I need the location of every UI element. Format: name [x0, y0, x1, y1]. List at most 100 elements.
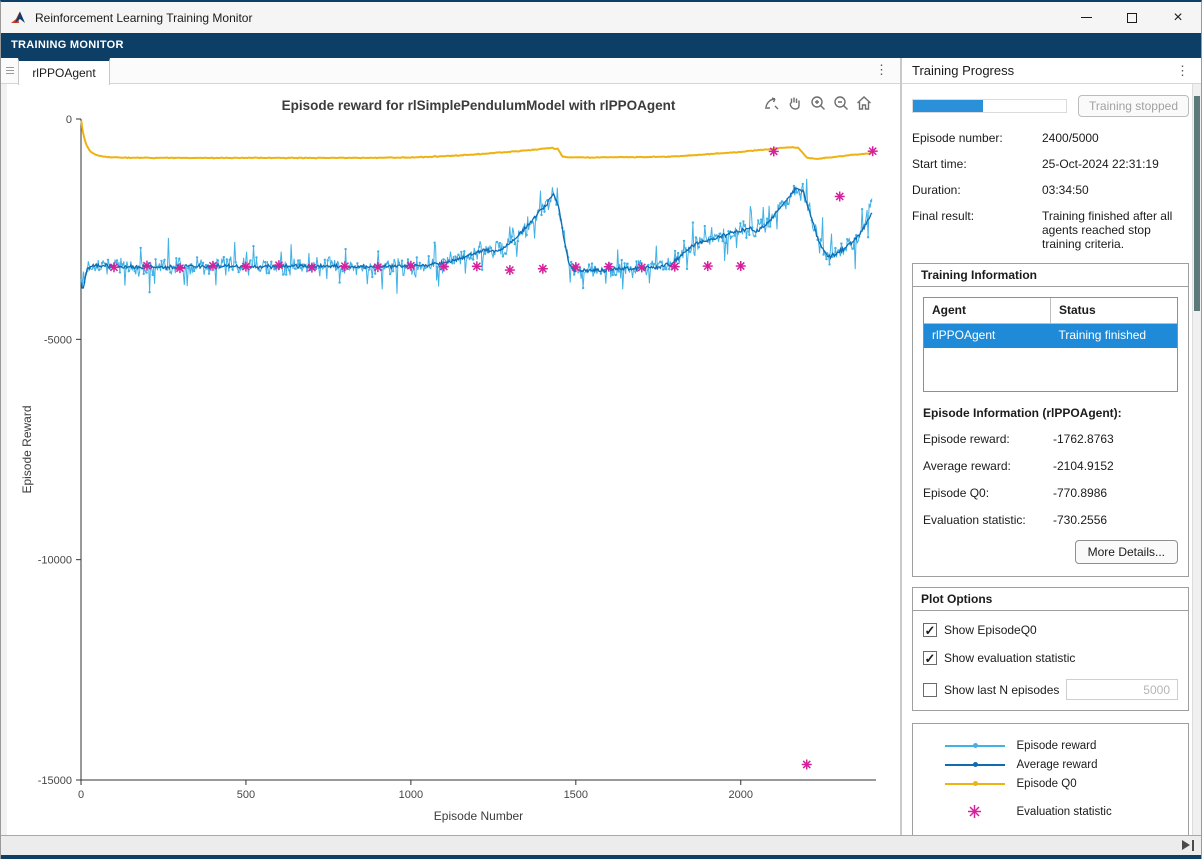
episode-q0-line-marker [945, 777, 1005, 791]
start-time-value: 25-Oct-2024 22:31:19 [1042, 157, 1189, 171]
chart-panel[interactable]: 0 -5000 -10000 -15000 0 500 1000 1500 2000 Episod… [1, 84, 900, 835]
final-result-value: Training finished after all agents reach… [1042, 209, 1189, 251]
svg-text:1000: 1000 [399, 789, 423, 801]
average-reward-label: Average reward: [923, 459, 1053, 473]
episode-reward-row: Episode reward: -1762.8763 [923, 432, 1178, 446]
home-icon[interactable] [854, 93, 874, 113]
episode-number-value: 2400/5000 [1042, 131, 1189, 145]
evaluation-statistic-label: Evaluation statistic: [923, 513, 1053, 527]
show-episodeq0-checkbox[interactable]: ✓ [923, 623, 937, 637]
title-bar: Reinforcement Learning Training Monitor … [1, 2, 1201, 33]
close-button[interactable]: × [1155, 2, 1201, 33]
start-time-label: Start time: [912, 157, 1042, 171]
chart-legend: Episode reward Average reward [912, 723, 1189, 836]
training-progress-panel: Training Progress ⋮ Training stopped Epi… [902, 58, 1201, 835]
show-last-n-episodes-checkbox[interactable] [923, 683, 937, 697]
zoom-out-icon[interactable] [831, 93, 851, 113]
episode-number-row: Episode number: 2400/5000 [912, 131, 1189, 145]
episode-q0-label: Episode Q0: [923, 486, 1053, 500]
episode-reward-label: Episode reward: [923, 432, 1053, 446]
panel-options-ellipsis-icon[interactable]: ⋮ [1176, 63, 1189, 79]
show-evaluation-statistic-option: ✓ Show evaluation statistic [923, 651, 1178, 665]
legend-label: Episode reward [1017, 740, 1097, 752]
table-header-row: Agent Status [924, 298, 1177, 324]
evaluation-statistic-row: Evaluation statistic: -730.2556 [923, 513, 1178, 527]
evaluation-statistic-asterisk-icon [945, 805, 1005, 819]
agent-status-table: Agent Status rlPPOAgent Training finishe… [923, 297, 1178, 392]
training-information-title: Training Information [913, 264, 1188, 287]
svg-text:Episode reward for rlSimplePen: Episode reward for rlSimplePendulumModel… [282, 98, 676, 113]
panel-title: Training Progress [912, 63, 1014, 78]
legend-entry-evaluation-statistic: Evaluation statistic [945, 802, 1157, 821]
svg-text:-5000: -5000 [44, 334, 72, 346]
scrollbar-thumb[interactable] [1194, 96, 1200, 311]
tab-options-ellipsis-icon[interactable]: ⋮ [875, 62, 888, 78]
show-evaluation-statistic-checkbox[interactable]: ✓ [923, 651, 937, 665]
average-reward-row: Average reward: -2104.9152 [923, 459, 1178, 473]
legend-label: Episode Q0 [1017, 778, 1077, 790]
maximize-icon [1127, 13, 1137, 23]
legend-entry-episode-reward: Episode reward [945, 736, 1157, 755]
final-result-row: Final result: Training finished after al… [912, 209, 1189, 251]
episode-reward-value: -1762.8763 [1053, 432, 1114, 446]
bottom-accent-strip [1, 855, 1201, 859]
episode-number-label: Episode number: [912, 131, 1042, 145]
chart-gutter [1, 84, 7, 835]
duration-label: Duration: [912, 183, 1042, 197]
pan-icon[interactable] [785, 93, 805, 113]
matlab-logo-icon [10, 10, 28, 26]
show-episodeq0-option: ✓ Show EpisodeQ0 [923, 623, 1178, 637]
export-icon[interactable] [762, 93, 782, 113]
svg-text:-15000: -15000 [38, 775, 72, 787]
episode-q0-value: -770.8986 [1053, 486, 1107, 500]
legend-label: Average reward [1017, 759, 1098, 771]
svg-text:2000: 2000 [729, 789, 753, 801]
agent-column-header[interactable]: Agent [924, 298, 1050, 323]
progress-fill [913, 100, 983, 112]
expand-panel-icon[interactable] [1182, 840, 1194, 851]
status-column-header[interactable]: Status [1050, 298, 1177, 323]
show-evaluation-statistic-label: Show evaluation statistic [944, 651, 1075, 665]
average-reward-line-marker [945, 758, 1005, 772]
start-time-row: Start time: 25-Oct-2024 22:31:19 [912, 157, 1189, 171]
tab-grip-handle[interactable] [1, 58, 18, 83]
legend-label: Evaluation statistic [1017, 806, 1112, 818]
status-cell: Training finished [1051, 324, 1178, 348]
episode-reward-line-marker [945, 739, 1005, 753]
last-n-episodes-input[interactable] [1066, 679, 1178, 700]
training-progress-bar [912, 99, 1067, 113]
document-area: rlPPOAgent ⋮ 0 -5000 -10000 -15000 0 500 1000 1… [1, 58, 900, 835]
episode-q0-row: Episode Q0: -770.8986 [923, 486, 1178, 500]
table-row[interactable]: rlPPOAgent Training finished [924, 324, 1177, 348]
episode-reward-chart[interactable]: 0 -5000 -10000 -15000 0 500 1000 1500 2000 Episod… [1, 84, 900, 835]
minimize-button[interactable] [1063, 2, 1109, 33]
ribbon-tab-training-monitor[interactable]: TRAINING MONITOR [1, 33, 1201, 58]
final-result-label: Final result: [912, 209, 1042, 251]
minimize-icon [1081, 17, 1092, 18]
tab-rlppoagent[interactable]: rlPPOAgent [18, 58, 110, 85]
svg-text:Episode Reward: Episode Reward [20, 405, 34, 493]
svg-text:0: 0 [66, 114, 72, 126]
average-reward-value: -2104.9152 [1053, 459, 1114, 473]
tab-strip: rlPPOAgent ⋮ [1, 58, 900, 84]
svg-text:500: 500 [237, 789, 255, 801]
legend-entry-episode-q0: Episode Q0 [945, 774, 1157, 793]
window-title: Reinforcement Learning Training Monitor [35, 11, 1063, 25]
zoom-in-icon[interactable] [808, 93, 828, 113]
svg-text:0: 0 [78, 789, 84, 801]
plot-options-title: Plot Options [913, 588, 1188, 611]
close-icon: × [1173, 10, 1182, 26]
episode-information-title: Episode Information (rlPPOAgent): [923, 406, 1178, 420]
duration-value: 03:34:50 [1042, 183, 1189, 197]
right-panel-scrollbar[interactable] [1192, 84, 1201, 835]
svg-text:-10000: -10000 [38, 555, 72, 567]
svg-text:1500: 1500 [564, 789, 588, 801]
show-last-n-episodes-label: Show last N episodes [944, 683, 1059, 697]
agent-cell: rlPPOAgent [924, 324, 1051, 348]
training-information-group: Training Information Agent Status rlPPOA… [912, 263, 1189, 577]
training-stopped-button[interactable]: Training stopped [1078, 95, 1189, 117]
maximize-button[interactable] [1109, 2, 1155, 33]
window-controls: × [1063, 2, 1201, 33]
status-bar [1, 835, 1201, 855]
more-details-button[interactable]: More Details... [1075, 540, 1178, 564]
